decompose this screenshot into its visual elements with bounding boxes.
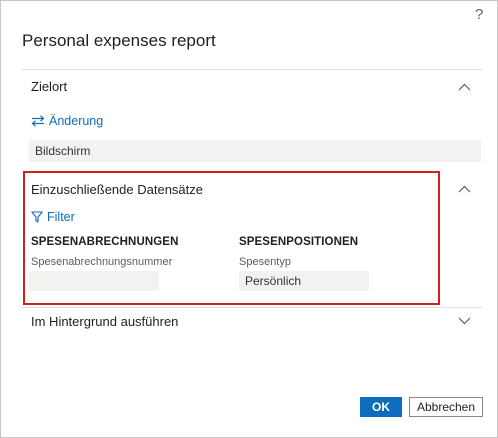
expense-report-number-field[interactable] xyxy=(29,271,159,291)
filter-link-label: Filter xyxy=(47,210,75,224)
change-link-label: Änderung xyxy=(49,114,104,128)
section-divider xyxy=(22,69,482,70)
change-destination-link[interactable]: Änderung xyxy=(31,114,103,128)
expense-type-label: Spesentyp xyxy=(239,256,291,268)
expense-type-field[interactable]: Persönlich xyxy=(239,271,369,291)
destination-section-header[interactable]: Zielort xyxy=(31,79,67,94)
filter-icon xyxy=(31,211,43,223)
ok-button[interactable]: OK xyxy=(360,397,402,417)
dialog-title: Personal expenses report xyxy=(22,31,216,50)
section-divider xyxy=(22,307,482,308)
help-icon[interactable]: ? xyxy=(475,6,483,23)
chevron-up-icon[interactable] xyxy=(458,83,471,91)
chevron-up-icon[interactable] xyxy=(458,185,471,193)
destination-value-field[interactable]: Bildschirm xyxy=(29,140,481,162)
records-section-header[interactable]: Einzuschließende Datensätze xyxy=(31,182,203,197)
swap-arrows-icon xyxy=(31,115,45,127)
chevron-down-icon[interactable] xyxy=(458,317,471,325)
expense-reports-heading: SPESENABRECHNUNGEN xyxy=(31,236,179,248)
background-section-header[interactable]: Im Hintergrund ausführen xyxy=(31,314,178,329)
cancel-button[interactable]: Abbrechen xyxy=(409,397,483,417)
report-dialog: ? Personal expenses report Zielort Änder… xyxy=(0,0,498,438)
expense-report-number-label: Spesenabrechnungsnummer xyxy=(31,256,173,268)
expense-lines-heading: SPESENPOSITIONEN xyxy=(239,236,359,248)
filter-link[interactable]: Filter xyxy=(31,210,75,224)
